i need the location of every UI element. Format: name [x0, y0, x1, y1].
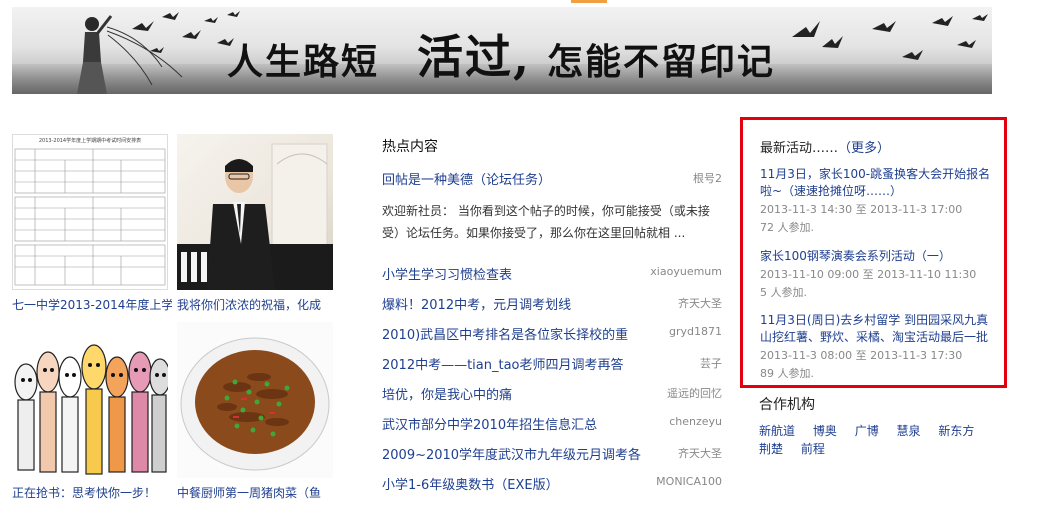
banner-slogan-part2: 活过,: [417, 30, 532, 84]
activity-time: 2013-11-3 14:30 至 2013-11-3 17:00: [760, 201, 1000, 218]
activity-item[interactable]: 家长100钢琴演奏会系列活动（一） 2013-11-10 09:00 至 201…: [760, 248, 1000, 301]
hot-item-title[interactable]: 爆料！2012中考，元月调考划线: [382, 294, 571, 313]
partner-link[interactable]: 博奥: [813, 422, 837, 440]
activity-name[interactable]: 11月3日，家长100-跳蚤换客大会开始报名啦~（速速抢摊位呀……）: [760, 166, 1000, 200]
thumb-man-portrait[interactable]: [177, 134, 333, 290]
banner-slogan-part1: 人生路短: [227, 41, 380, 83]
hot-item[interactable]: 2010)武昌区中考排名是各位家长择校的重 gryd1871: [382, 324, 722, 344]
hot-item-user[interactable]: 根号2: [693, 170, 722, 186]
activity-time-sep: 至: [855, 203, 867, 216]
thumb-caption-man[interactable]: 我将你们浓浓的祝福，化成: [177, 296, 337, 313]
activity-start: 2013-11-10 09:00: [760, 268, 860, 281]
hot-item-title[interactable]: 培优，你是我心中的痛: [382, 384, 512, 403]
timetable-title: 2013-2014学年度上学期期中考试时间安排表: [38, 138, 142, 144]
activity-time-sep: 至: [862, 268, 874, 281]
man-portrait-image: [177, 143, 333, 290]
thumb-caption-book[interactable]: 正在抢书：思考快你一步！: [12, 484, 172, 501]
hot-item-title[interactable]: 2010)武昌区中考排名是各位家长择校的重: [382, 324, 628, 343]
thumb-cartoons[interactable]: [12, 322, 168, 478]
activity-time-sep: 至: [855, 349, 867, 362]
hot-item-user[interactable]: xiaoyuemum: [650, 265, 722, 278]
activity-count: 5 人参加.: [760, 286, 807, 299]
partner-link[interactable]: 新航道: [759, 422, 795, 440]
top-nav-tab[interactable]: [571, 0, 607, 3]
activity-time: 2013-11-3 08:00 至 2013-11-3 17:30: [760, 347, 1000, 364]
hot-item[interactable]: 培优，你是我心中的痛 遥远的回忆: [382, 384, 722, 404]
thumb-dish[interactable]: [177, 322, 333, 478]
partner-link[interactable]: 慧泉: [897, 422, 921, 440]
hot-item[interactable]: 2009~2010学年度武汉市九年级元月调考各 齐天大圣: [382, 444, 722, 464]
cartoon-characters-image: [14, 344, 168, 475]
hot-item[interactable]: 武汉市部分中学2010年招生信息汇总 chenzeyu: [382, 414, 722, 434]
hot-item-description: 欢迎新社员： 当你看到这个帖子的时候，你可能接受（或未接受）论坛任务。如果你接受…: [382, 204, 710, 240]
hot-item-title[interactable]: 小学1-6年级奥数书（EXE版）: [382, 474, 559, 493]
activity-name[interactable]: 11月3日(周日)去乡村留学 到田园采风九真山挖红薯、野炊、采橘、淘宝活动最后一…: [760, 312, 1000, 346]
thumb-caption-timetable[interactable]: 七一中学2013-2014年度上学: [12, 296, 172, 313]
hot-content-title: 热点内容: [382, 139, 438, 155]
hot-item-user[interactable]: 遥远的回忆: [667, 385, 722, 401]
partner-link[interactable]: 新东方: [938, 422, 974, 440]
hot-item-title[interactable]: 回帖是一种美德（论坛任务）: [382, 169, 551, 188]
partner-section: 合作机构 新航道 博奥 广博 慧泉 新东方 荆楚 前程: [759, 394, 999, 458]
latest-activities-panel: 最新活动……（更多） 11月3日，家长100-跳蚤换客大会开始报名啦~（速速抢摊…: [740, 117, 1007, 388]
activities-more-link[interactable]: （更多）: [838, 141, 890, 156]
banner-slogan-part3: 怎能不留印记: [547, 41, 776, 83]
hot-item[interactable]: 爆料！2012中考，元月调考划线 齐天大圣: [382, 294, 722, 314]
thumb-timetable[interactable]: 2013-2014学年度上学期期中考试时间安排表: [12, 134, 168, 290]
hot-item-user[interactable]: chenzeyu: [669, 415, 722, 428]
activity-end: 2013-11-3 17:00: [870, 203, 963, 216]
hot-item-title[interactable]: 2012中考——tian_tao老师四月调考再答: [382, 354, 624, 373]
hot-item[interactable]: 小学生学习习惯检查表 xiaoyuemum: [382, 264, 722, 284]
pork-dish-image: [177, 322, 333, 478]
activity-time: 2013-11-10 09:00 至 2013-11-10 11:30: [760, 266, 1000, 283]
timetable-grid: [14, 148, 166, 286]
partner-link[interactable]: 广博: [855, 422, 879, 440]
hot-item-title[interactable]: 小学生学习习惯检查表: [382, 264, 512, 283]
partner-links: 新航道 博奥 广博 慧泉 新东方 荆楚 前程: [759, 422, 999, 458]
hot-item-user[interactable]: 齐天大圣: [678, 295, 722, 311]
activity-start: 2013-11-3 14:30: [760, 203, 853, 216]
activities-title: 最新活动……（更多）: [760, 137, 890, 156]
hot-item-user[interactable]: 芸子: [700, 355, 722, 371]
site-banner: 人生路短 活过, 怎能不留印记: [12, 7, 992, 94]
activity-end: 2013-11-10 11:30: [877, 268, 977, 281]
hot-item[interactable]: 2012中考——tian_tao老师四月调考再答 芸子: [382, 354, 722, 374]
hot-item-user[interactable]: gryd1871: [669, 325, 722, 338]
activity-start: 2013-11-3 08:00: [760, 349, 853, 362]
partner-link[interactable]: 前程: [801, 440, 825, 458]
thumb-caption-dish[interactable]: 中餐厨师第一周猪肉菜（鱼: [177, 484, 337, 501]
hot-item-user[interactable]: MONICA100: [656, 475, 722, 488]
activity-count: 72 人参加.: [760, 221, 814, 234]
activity-item[interactable]: 11月3日(周日)去乡村留学 到田园采风九真山挖红薯、野炊、采橘、淘宝活动最后一…: [760, 312, 1000, 382]
hot-item-title[interactable]: 2009~2010学年度武汉市九年级元月调考各: [382, 444, 641, 463]
hot-item-title[interactable]: 武汉市部分中学2010年招生信息汇总: [382, 414, 597, 433]
activity-count: 89 人参加.: [760, 367, 814, 380]
hot-item[interactable]: 回帖是一种美德（论坛任务） 根号2: [382, 169, 722, 189]
girl-silhouette-icon: [77, 15, 113, 94]
partner-title: 合作机构: [759, 397, 815, 413]
hot-item-user[interactable]: 齐天大圣: [678, 445, 722, 461]
activity-item[interactable]: 11月3日，家长100-跳蚤换客大会开始报名啦~（速速抢摊位呀……） 2013-…: [760, 166, 1000, 236]
activity-end: 2013-11-3 17:30: [870, 349, 963, 362]
activity-name[interactable]: 家长100钢琴演奏会系列活动（一）: [760, 248, 1000, 265]
activities-title-text: 最新活动……: [760, 141, 839, 156]
partner-link[interactable]: 荆楚: [759, 440, 783, 458]
hot-item[interactable]: 小学1-6年级奥数书（EXE版） MONICA100: [382, 474, 722, 494]
